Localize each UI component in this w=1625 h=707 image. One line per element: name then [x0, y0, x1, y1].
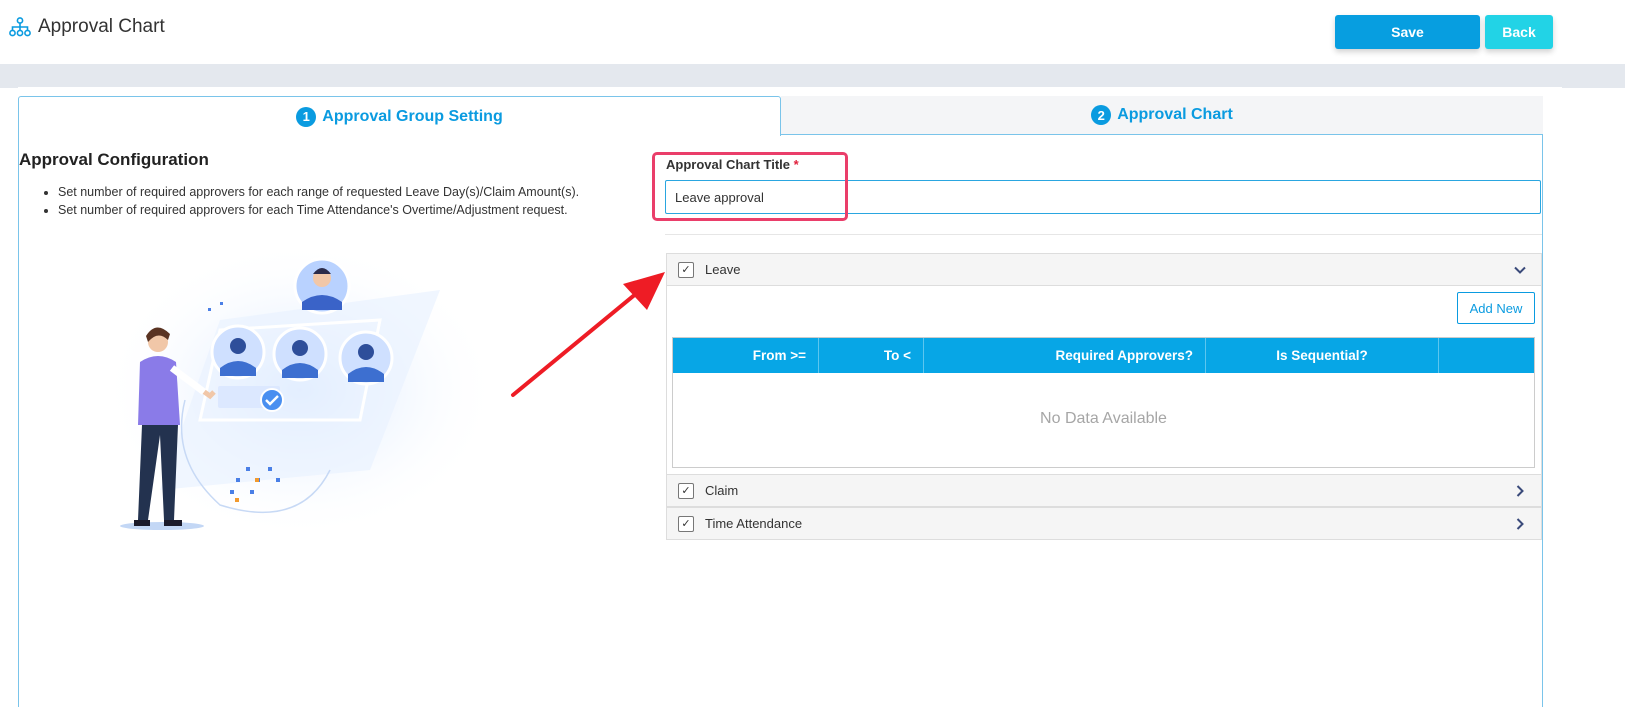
empty-state-text: No Data Available [1040, 410, 1167, 427]
section-header-leave[interactable]: ✓ Leave [666, 253, 1542, 286]
column-header-is-sequential[interactable]: Is Sequential? [1206, 338, 1439, 373]
column-header-required-approvers[interactable]: Required Approvers? [924, 338, 1206, 373]
config-instructions: Set number of required approvers for eac… [38, 185, 579, 221]
table-header: From >= To < Required Approvers? Is Sequ… [673, 338, 1534, 373]
chevron-down-icon[interactable] [1513, 263, 1527, 277]
page-title: Approval Chart [38, 16, 165, 37]
list-item: Set number of required approvers for eac… [58, 185, 579, 200]
tab-label: Approval Group Setting [322, 107, 503, 125]
leave-approval-table: From >= To < Required Approvers? Is Sequ… [672, 337, 1535, 468]
header-divider-band [0, 64, 1625, 88]
time-attendance-checkbox[interactable]: ✓ [678, 515, 694, 532]
chevron-right-icon[interactable] [1513, 484, 1527, 498]
add-new-button[interactable]: Add New [1457, 292, 1535, 324]
column-header-actions [1439, 338, 1534, 373]
panel-border [18, 135, 19, 707]
tab-number-badge: 2 [1091, 105, 1112, 125]
highlight-annotation-box [652, 152, 848, 221]
top-bar: Approval Chart Save Back [0, 0, 1625, 64]
section-title: Approval Configuration [19, 150, 209, 169]
tab-number-badge: 1 [296, 106, 317, 127]
column-header-to[interactable]: To < [819, 338, 924, 373]
tab-approval-chart[interactable]: 2 Approval Chart [781, 96, 1543, 135]
list-item: Set number of required approvers for eac… [58, 203, 579, 218]
tab-label: Approval Chart [1117, 106, 1233, 123]
section-header-claim[interactable]: ✓ Claim [666, 474, 1542, 507]
section-header-time-attendance[interactable]: ✓ Time Attendance [666, 507, 1542, 540]
tab-approval-group-setting[interactable]: 1 Approval Group Setting [18, 96, 781, 136]
panel-border [1542, 135, 1543, 707]
section-label: Claim [705, 483, 739, 498]
org-chart-icon [9, 17, 31, 37]
divider [665, 234, 1542, 235]
annotation-arrow [511, 272, 665, 397]
save-button[interactable]: Save [1335, 15, 1480, 49]
column-header-from[interactable]: From >= [673, 338, 819, 373]
back-button[interactable]: Back [1485, 15, 1553, 49]
chevron-right-icon[interactable] [1513, 517, 1527, 531]
section-label: Leave [705, 262, 741, 277]
section-label: Time Attendance [705, 516, 803, 531]
approval-illustration [100, 250, 500, 540]
claim-checkbox[interactable]: ✓ [678, 482, 694, 499]
leave-checkbox[interactable]: ✓ [678, 261, 694, 278]
